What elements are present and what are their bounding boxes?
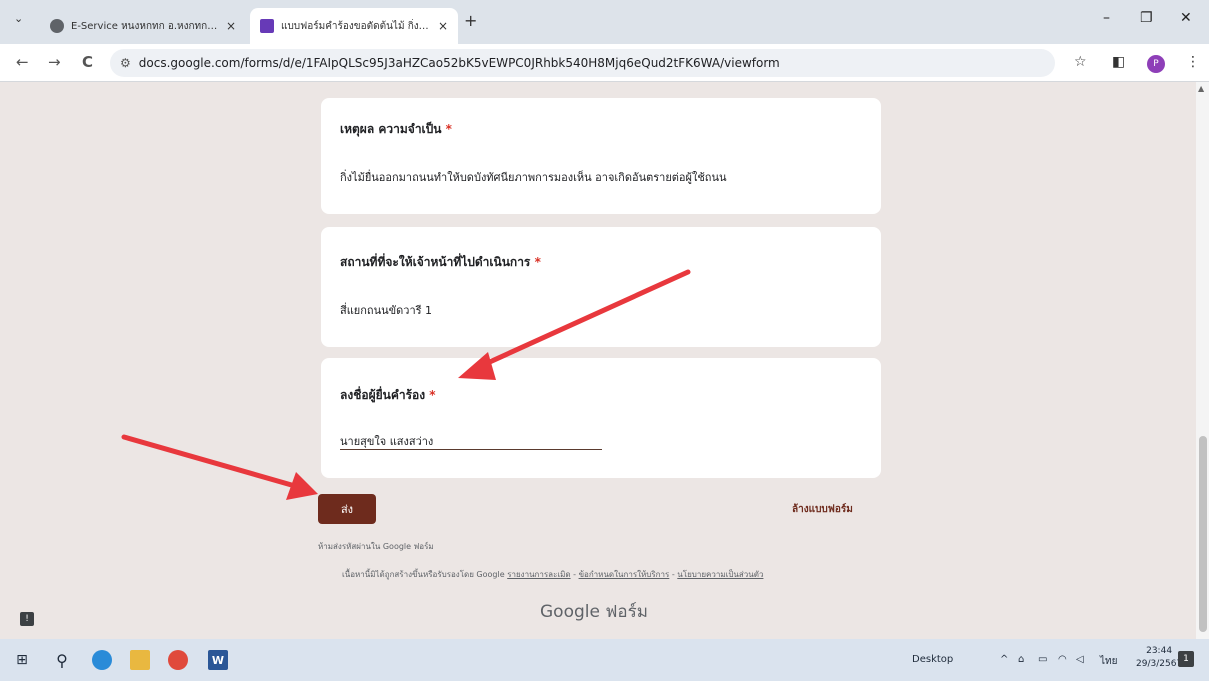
desktop-toolbar[interactable]: Desktop (912, 654, 953, 665)
tray-chevron-icon[interactable]: ^ (1000, 654, 1008, 665)
tab-e-service[interactable]: E-Service หนงหกทก อ.หงกทก ร... × (40, 8, 246, 44)
tab-title: แบบฟอร์มคำร้องขอตัดต้นไม้ กิ่งไม้ (281, 20, 430, 32)
wifi-icon[interactable]: ◠ (1058, 654, 1067, 665)
tab-search-icon[interactable]: ⌄ (14, 12, 23, 25)
feedback-icon[interactable]: ! (20, 612, 34, 626)
new-tab-button[interactable]: + (464, 11, 477, 30)
scroll-up-arrow-icon[interactable]: ▲ (1198, 84, 1204, 93)
question-card-signature: ลงชื่อผู้ยื่นคำร้อง * นายสุขใจ แสงสว่าง (321, 358, 881, 478)
meet-icon[interactable]: ▭ (1038, 654, 1047, 665)
question-card-location: สถานที่ที่จะให้เจ้าหน้าที่ไปดำเนินการ * … (321, 227, 881, 347)
minimize-button[interactable]: – (1103, 10, 1110, 26)
required-asterisk: * (445, 122, 452, 136)
tab-strip: ⌄ E-Service หนงหกทก อ.หงกทก ร... × แบบฟอ… (0, 0, 1209, 44)
restore-button[interactable]: ❐ (1140, 10, 1153, 26)
chrome-icon[interactable] (168, 650, 188, 670)
network-icon[interactable]: ⌂ (1018, 654, 1024, 665)
volume-icon[interactable]: ◁ (1076, 654, 1084, 665)
edge-icon[interactable] (92, 650, 112, 670)
question-label: ลงชื่อผู้ยื่นคำร้อง * (340, 388, 436, 402)
signature-input[interactable]: นายสุขใจ แสงสว่าง (340, 432, 433, 450)
form-page: เหตุผล ความจำเป็น * กิ่งไม้ยื่นออกมาถนนท… (0, 82, 1209, 639)
notification-icon[interactable]: 1 (1178, 651, 1194, 667)
tab-google-form[interactable]: แบบฟอร์มคำร้องขอตัดต้นไม้ กิ่งไม้ × (250, 8, 458, 44)
submit-button[interactable]: ส่ง (318, 494, 376, 524)
tab-title: E-Service หนงหกทก อ.หงกทก ร... (71, 20, 218, 32)
start-icon[interactable]: ⊞ (12, 650, 32, 670)
url-bar[interactable]: ⚙ docs.google.com/forms/d/e/1FAIpQLSc95J… (110, 49, 1055, 77)
reload-icon[interactable]: C (82, 53, 93, 71)
word-icon[interactable]: W (208, 650, 228, 670)
back-icon[interactable]: ← (16, 53, 29, 71)
taskbar: ⊞ ⚲ W Desktop ^ ⌂ ▭ ◠ ◁ ไทย 23:44 29/3/2… (0, 639, 1209, 681)
required-asterisk: * (534, 255, 541, 269)
close-window-button[interactable]: ✕ (1180, 10, 1192, 26)
question-label: เหตุผล ความจำเป็น * (340, 122, 452, 136)
forward-icon[interactable]: → (48, 53, 61, 71)
footer-disclaimer: เนื้อหานี้มิได้ถูกสร้างขึ้นหรือรับรองโดย… (342, 570, 764, 579)
search-icon[interactable]: ⚲ (52, 650, 72, 670)
required-asterisk: * (429, 388, 436, 402)
side-panel-icon[interactable]: ◧ (1112, 54, 1125, 70)
file-explorer-icon[interactable] (130, 650, 150, 670)
scrollbar-thumb[interactable] (1199, 436, 1207, 632)
close-tab-icon[interactable]: × (226, 19, 236, 33)
menu-kebab-icon[interactable]: ⋮ (1186, 54, 1200, 70)
clock[interactable]: 23:44 29/3/2567 (1136, 645, 1182, 671)
forms-icon (260, 19, 274, 33)
input-underline (340, 449, 602, 450)
google-forms-logo[interactable]: Google ฟอร์ม (540, 598, 648, 625)
site-info-icon[interactable]: ⚙ (120, 56, 131, 70)
globe-icon (50, 19, 64, 33)
profile-avatar[interactable]: P (1147, 55, 1165, 73)
url-text: docs.google.com/forms/d/e/1FAIpQLSc95J3a… (138, 56, 780, 70)
privacy-link[interactable]: นโยบายความเป็นส่วนตัว (677, 570, 763, 579)
answer-text[interactable]: สี่แยกถนนขัดวารี 1 (340, 301, 432, 319)
address-bar-row: ← → C ⚙ docs.google.com/forms/d/e/1FAIpQ… (0, 44, 1209, 82)
never-submit-passwords-note: ห้ามส่งรหัสผ่านใน Google ฟอร์ม (318, 542, 434, 551)
answer-text[interactable]: กิ่งไม้ยื่นออกมาถนนทำให้บดบังทัศนียภาพกา… (340, 168, 727, 186)
clear-form-button[interactable]: ล้างแบบฟอร์ม (792, 502, 853, 517)
language-indicator[interactable]: ไทย (1100, 654, 1117, 669)
report-abuse-link[interactable]: รายงานการละเมิด (507, 570, 570, 579)
close-tab-icon[interactable]: × (438, 19, 448, 33)
terms-link[interactable]: ข้อกำหนดในการให้บริการ (579, 570, 670, 579)
question-card-reason: เหตุผล ความจำเป็น * กิ่งไม้ยื่นออกมาถนนท… (321, 98, 881, 214)
question-label: สถานที่ที่จะให้เจ้าหน้าที่ไปดำเนินการ * (340, 255, 541, 269)
bookmark-star-icon[interactable]: ☆ (1074, 54, 1087, 70)
